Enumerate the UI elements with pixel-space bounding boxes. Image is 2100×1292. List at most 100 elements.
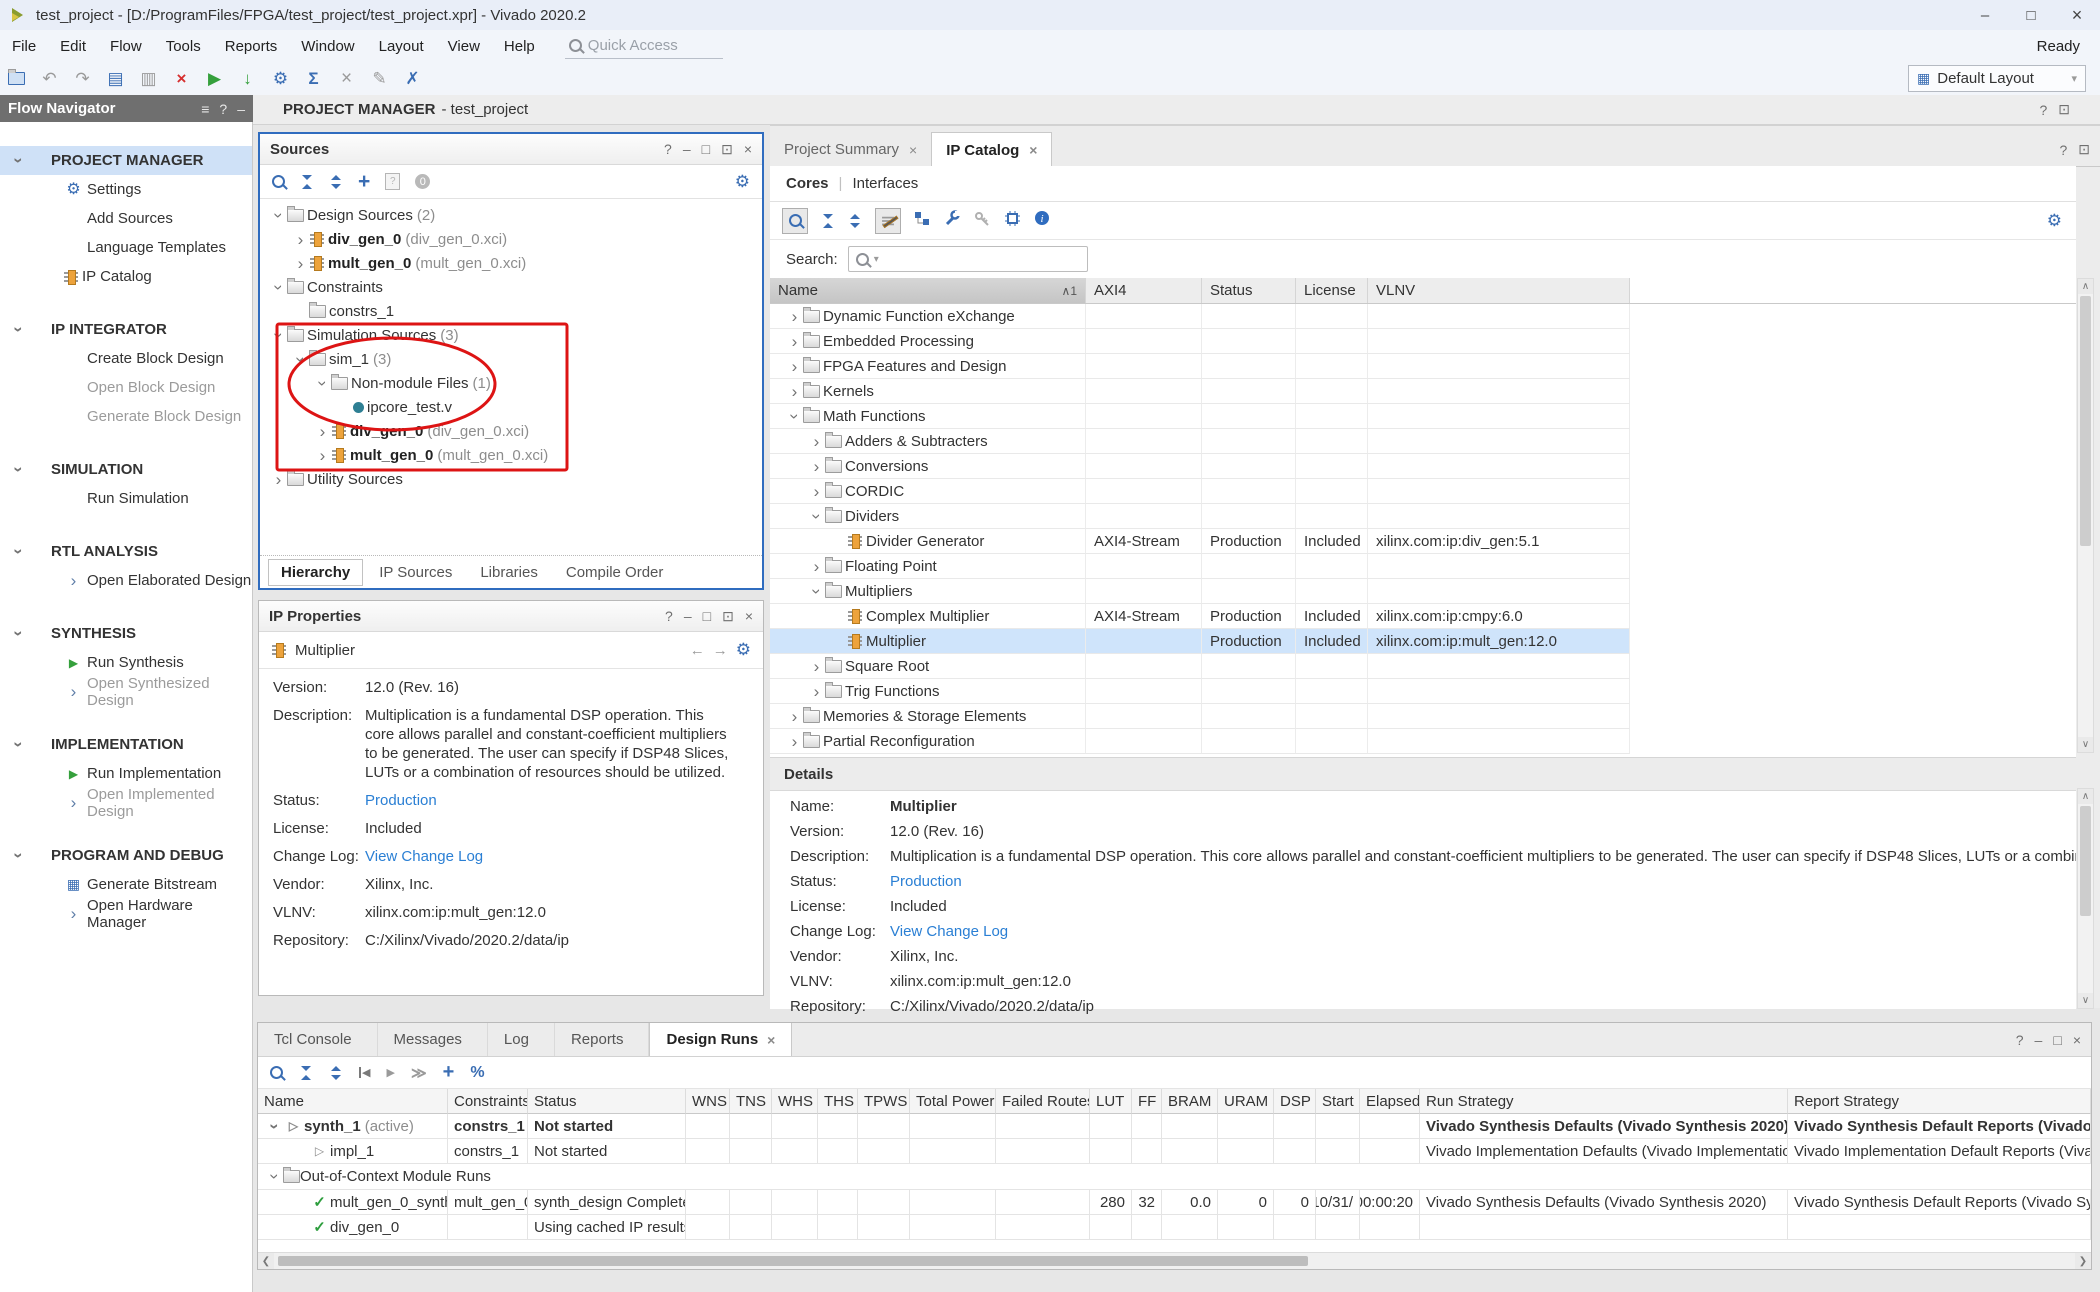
- flow-help-icon[interactable]: ?: [219, 101, 227, 117]
- layout-selector[interactable]: Default Layout ▾: [1908, 65, 2086, 92]
- menu-item[interactable]: Edit: [48, 30, 98, 62]
- collapse-all-icon[interactable]: [299, 1066, 313, 1080]
- undo-icon[interactable]: ↶: [33, 65, 66, 93]
- close-icon[interactable]: ×: [1029, 142, 1037, 158]
- flow-navigator-item[interactable]: IMPLEMENTATION: [0, 730, 252, 759]
- expander-icon[interactable]: [314, 376, 331, 391]
- info-icon[interactable]: i: [1034, 210, 1051, 231]
- close-icon[interactable]: ×: [744, 141, 752, 157]
- expander-icon[interactable]: [314, 424, 331, 439]
- redo-icon[interactable]: ↷: [66, 65, 99, 93]
- catalog-row[interactable]: Memories & Storage Elements: [770, 704, 2076, 729]
- scroll-up-arrow[interactable]: ∧: [2078, 279, 2093, 294]
- quick-access-search[interactable]: Quick Access: [565, 34, 723, 59]
- runs-horizontal-scrollbar[interactable]: ❮ ❯: [258, 1252, 2091, 1269]
- expander-icon[interactable]: [266, 1169, 283, 1184]
- back-arrow-icon[interactable]: ←: [690, 642, 705, 659]
- catalog-row[interactable]: Math Functions: [770, 404, 2076, 429]
- expander-icon[interactable]: [270, 472, 287, 487]
- open-folder-icon[interactable]: [0, 65, 33, 93]
- catalog-row[interactable]: Floating Point: [770, 554, 2076, 579]
- menu-item[interactable]: Reports: [213, 30, 290, 62]
- sigma-icon[interactable]: Σ: [297, 65, 330, 93]
- catalog-row[interactable]: Embedded Processing: [770, 329, 2076, 354]
- catalog-row[interactable]: Square Root: [770, 654, 2076, 679]
- pen-icon[interactable]: ✎: [363, 65, 396, 93]
- runs-column-header[interactable]: Status: [528, 1089, 686, 1114]
- sources-tree-row[interactable]: mult_gen_0 (mult_gen_0.xci): [260, 443, 762, 467]
- expander-icon[interactable]: [270, 208, 287, 223]
- sources-tree-row[interactable]: Constraints: [260, 275, 762, 299]
- sources-view-tab[interactable]: IP Sources: [367, 560, 464, 585]
- scroll-left-arrow[interactable]: ❮: [258, 1253, 274, 1269]
- expander-icon[interactable]: [786, 309, 803, 324]
- search-icon[interactable]: [272, 175, 285, 188]
- design-run-row[interactable]: Out-of-Context Module Runs: [258, 1164, 2091, 1190]
- column-header-name[interactable]: Name ∧1: [770, 278, 1086, 303]
- catalog-row[interactable]: Multipliers: [770, 579, 2076, 604]
- catalog-search-input[interactable]: ▾: [848, 246, 1088, 272]
- flow-navigator-item[interactable]: IP Catalog: [0, 262, 252, 291]
- console-tab[interactable]: Log: [488, 1023, 555, 1056]
- collapse-all-icon[interactable]: [300, 175, 314, 189]
- sources-tree-row[interactable]: sim_1 (3): [260, 347, 762, 371]
- catalog-row[interactable]: Complex Multiplier AXI4-Stream Productio…: [770, 604, 2076, 629]
- help-icon[interactable]: ?: [665, 608, 673, 624]
- details-vertical-scrollbar[interactable]: ∧ ∨: [2077, 788, 2094, 1009]
- runs-column-header[interactable]: Total Power: [910, 1089, 996, 1114]
- expander-icon[interactable]: [786, 359, 803, 374]
- catalog-row[interactable]: Dynamic Function eXchange: [770, 304, 2076, 329]
- run-icon[interactable]: ▶: [198, 65, 231, 93]
- catalog-settings-gear-icon[interactable]: ⚙: [2047, 211, 2062, 231]
- catalog-row[interactable]: Conversions: [770, 454, 2076, 479]
- runs-column-header[interactable]: TPWS: [858, 1089, 910, 1114]
- runs-column-header[interactable]: LUT: [1090, 1089, 1132, 1114]
- flow-navigator-item[interactable]: Open Hardware Manager: [0, 899, 252, 928]
- runs-column-header[interactable]: DSP: [1274, 1089, 1316, 1114]
- minimize-icon[interactable]: –: [683, 141, 691, 157]
- expander-icon[interactable]: [808, 434, 825, 449]
- flow-navigator-item[interactable]: Add Sources: [0, 204, 252, 233]
- runs-column-header[interactable]: Report Strategy: [1788, 1089, 2091, 1114]
- flow-navigator-item[interactable]: Create Block Design: [0, 344, 252, 373]
- expander-icon[interactable]: [786, 334, 803, 349]
- sources-view-tab[interactable]: Hierarchy: [268, 559, 363, 586]
- menu-item[interactable]: Flow: [98, 30, 154, 62]
- column-header-axi4[interactable]: AXI4: [1086, 278, 1202, 303]
- close-icon[interactable]: ×: [2073, 1032, 2081, 1048]
- sources-settings-gear-icon[interactable]: ⚙: [735, 172, 750, 192]
- flow-navigator-item[interactable]: Generate Bitstream: [0, 870, 252, 899]
- maximize-icon[interactable]: □: [2053, 1032, 2061, 1048]
- runs-column-header[interactable]: WNS: [686, 1089, 730, 1114]
- catalog-row[interactable]: Dividers: [770, 504, 2076, 529]
- flow-navigator-item[interactable]: Run Synthesis: [0, 648, 252, 677]
- float-icon[interactable]: ⊡: [721, 141, 733, 158]
- flow-navigator-item[interactable]: Generate Block Design: [0, 402, 252, 431]
- flow-navigator-item[interactable]: Open Synthesized Design: [0, 677, 252, 706]
- flow-navigator-item[interactable]: RTL ANALYSIS: [0, 537, 252, 566]
- maximize-icon[interactable]: □: [703, 608, 711, 624]
- reset-runs-icon[interactable]: ◀: [359, 1066, 370, 1079]
- forward-arrow-icon[interactable]: →: [713, 642, 728, 659]
- expander-icon[interactable]: [808, 509, 825, 524]
- runs-column-header[interactable]: Run Strategy: [1420, 1089, 1788, 1114]
- maximize-icon[interactable]: □: [702, 141, 710, 157]
- wrench-icon[interactable]: [944, 210, 961, 231]
- scroll-thumb[interactable]: [2080, 806, 2091, 916]
- runs-column-header[interactable]: Constraints: [448, 1089, 528, 1114]
- settings-gear-icon[interactable]: ⚙: [264, 65, 297, 93]
- catalog-vertical-scrollbar[interactable]: ∧ ∨: [2077, 278, 2094, 753]
- cancel-icon[interactable]: ×: [330, 65, 363, 93]
- catalog-row[interactable]: Divider Generator AXI4-Stream Production…: [770, 529, 2076, 554]
- console-tab[interactable]: Tcl Console: [258, 1023, 378, 1056]
- sources-view-tab[interactable]: Compile Order: [554, 560, 676, 585]
- help-icon[interactable]: ?: [664, 141, 672, 157]
- collapse-all-icon[interactable]: [821, 214, 835, 228]
- expander-icon[interactable]: [808, 659, 825, 674]
- flow-navigator-item[interactable]: Open Elaborated Design: [0, 566, 252, 595]
- catalog-row[interactable]: Trig Functions: [770, 679, 2076, 704]
- report-icon[interactable]: ▤: [99, 65, 132, 93]
- expander-icon[interactable]: [786, 409, 803, 424]
- window-minimize-button[interactable]: –: [1962, 0, 2008, 30]
- copy-icon[interactable]: ▥: [132, 65, 165, 93]
